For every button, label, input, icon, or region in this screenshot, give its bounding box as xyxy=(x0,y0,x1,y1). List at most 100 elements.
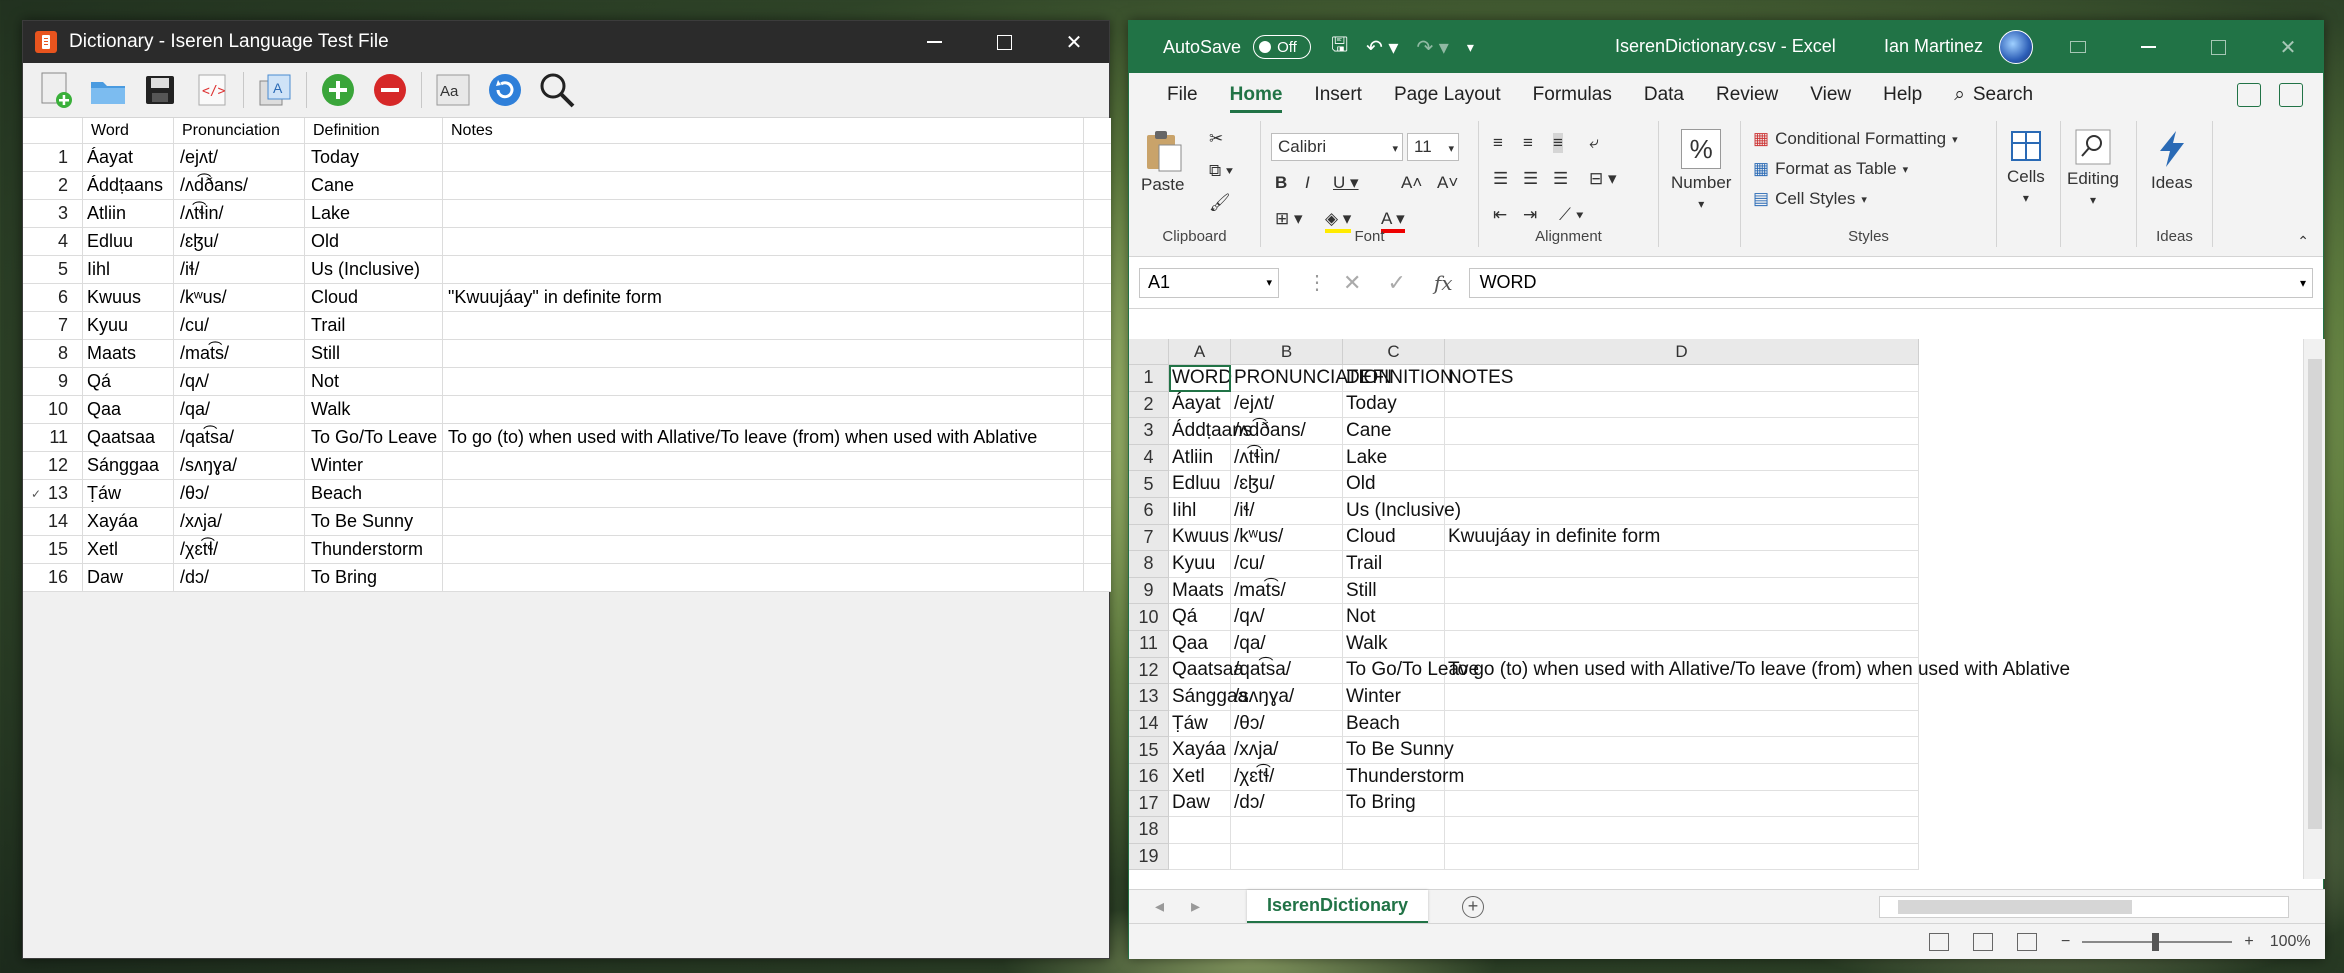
remove-entry-button[interactable] xyxy=(367,67,413,113)
row-header[interactable]: 18 xyxy=(1129,817,1169,844)
refresh-button[interactable] xyxy=(482,67,528,113)
cell[interactable] xyxy=(1445,843,1919,871)
active-cell[interactable]: WORD xyxy=(1169,365,1232,392)
editing-button[interactable]: Editing ▾ xyxy=(2067,129,2119,207)
cell[interactable]: /ɛɮu/ xyxy=(1231,471,1343,498)
definition-cell[interactable]: Lake xyxy=(305,200,443,227)
definition-cell[interactable]: Cloud xyxy=(305,284,443,311)
cell[interactable]: /sʌŋɣa/ xyxy=(1231,684,1343,711)
conditional-formatting-button[interactable]: ▦ Conditional Formatting ▾ xyxy=(1753,129,1958,149)
cell[interactable]: /ʌt͡ɬin/ xyxy=(1231,444,1343,472)
cell[interactable] xyxy=(1445,498,1919,525)
customize-qat-icon[interactable]: ▾ xyxy=(1467,39,1474,56)
cell[interactable]: /qʌ/ xyxy=(1231,604,1343,631)
excel-maximize-button[interactable] xyxy=(2183,21,2253,73)
definition-cell[interactable]: Cane xyxy=(305,172,443,199)
underline-icon[interactable]: U ▾ xyxy=(1333,173,1359,193)
scrollbar-thumb[interactable] xyxy=(1898,900,2132,914)
scrollbar-thumb[interactable] xyxy=(2308,359,2322,829)
cell[interactable] xyxy=(1445,577,1919,605)
table-row[interactable]: 13 ✓ Ṭáw/θɔ/Beach xyxy=(23,480,1111,508)
notes-cell[interactable] xyxy=(443,564,1084,591)
cell[interactable]: Old xyxy=(1343,471,1445,498)
merge-center-icon[interactable]: ⊟ ▾ xyxy=(1589,169,1617,189)
pronunciation-cell[interactable]: /kʷus/ xyxy=(174,284,305,311)
definition-cell[interactable]: Not xyxy=(305,368,443,395)
row-header[interactable]: 12 xyxy=(1129,657,1169,685)
tab-home[interactable]: Home xyxy=(1214,73,1299,117)
copy-icon[interactable]: ⧉ ▾ xyxy=(1209,161,1233,181)
scroll-tabs-right-icon[interactable]: ▸ xyxy=(1191,896,1200,917)
pronunciation-cell[interactable]: /mat͡s/ xyxy=(174,340,305,367)
format-as-table-button[interactable]: ▦ Format as Table ▾ xyxy=(1753,159,1908,179)
select-all-corner[interactable] xyxy=(1129,339,1169,365)
open-folder-button[interactable] xyxy=(85,67,131,113)
notes-cell[interactable]: "Kwuujáay" in definite form xyxy=(443,284,1084,311)
notes-cell[interactable] xyxy=(443,452,1084,479)
notes-cell[interactable] xyxy=(443,396,1084,423)
cell[interactable] xyxy=(1445,391,1919,419)
worksheet-grid[interactable]: A B C D 1 WORD PRONUNCIATION DEFINITION NOTES 2 Áa… xyxy=(1129,339,2325,879)
wrap-text-icon[interactable]: ⤶ xyxy=(1589,133,1599,153)
pronunciation-cell[interactable]: /qʌ/ xyxy=(174,368,305,395)
search-box[interactable]: ⌕ Search xyxy=(1938,73,2049,117)
word-cell[interactable]: Sánggaa xyxy=(83,452,174,479)
cells-button[interactable]: Cells ▾ xyxy=(2007,129,2045,205)
cell[interactable] xyxy=(1169,843,1231,871)
font-button[interactable]: Aa xyxy=(430,67,476,113)
share-icon[interactable] xyxy=(2237,83,2261,107)
definition-cell[interactable]: Today xyxy=(305,144,443,171)
tab-insert[interactable]: Insert xyxy=(1298,73,1378,117)
cell[interactable] xyxy=(1445,790,1919,818)
align-middle-icon[interactable]: ≡ xyxy=(1523,133,1533,153)
row-header[interactable]: 10 xyxy=(1129,604,1169,631)
formula-input[interactable]: WORD ▾ xyxy=(1468,267,2313,298)
pronunciation-cell[interactable]: /θɔ/ xyxy=(174,480,305,507)
save-button[interactable] xyxy=(137,67,183,113)
tab-page-layout[interactable]: Page Layout xyxy=(1378,73,1517,117)
row-header[interactable]: 4 xyxy=(1129,444,1169,472)
cell[interactable] xyxy=(1445,764,1919,791)
table-row[interactable]: 12 Sánggaa/sʌŋɣa/Winter xyxy=(23,452,1111,480)
cell[interactable] xyxy=(1445,444,1919,472)
table-row[interactable]: 10 Qaa/qa/Walk xyxy=(23,396,1111,424)
cell[interactable]: Kwuus xyxy=(1169,524,1231,552)
decrease-font-icon[interactable]: A˅ xyxy=(1437,173,1458,193)
table-row[interactable]: 14 Xayáa/xʌja/To Be Sunny xyxy=(23,508,1111,536)
sheet-tab[interactable]: IserenDictionary xyxy=(1247,889,1429,924)
align-bottom-icon[interactable]: ≡ xyxy=(1553,133,1563,153)
dictionary-grid[interactable]: Word Pronunciation Definition Notes 1 Áay… xyxy=(23,118,1111,592)
cell[interactable] xyxy=(1343,817,1445,844)
word-cell[interactable]: Iihl xyxy=(83,256,174,283)
save-icon[interactable]: 🖫 xyxy=(1331,30,1348,64)
export-code-button[interactable]: </> xyxy=(189,67,235,113)
column-header[interactable]: D xyxy=(1445,339,1919,365)
table-row[interactable]: 6 Kwuus/kʷus/Cloud "Kwuujáay" in definite … xyxy=(23,284,1111,312)
pronunciation-cell[interactable]: /ʌt͡ɬin/ xyxy=(174,200,305,227)
close-button[interactable]: ✕ xyxy=(1039,21,1109,63)
name-box[interactable]: A1 ▾ xyxy=(1139,267,1279,298)
notes-cell[interactable] xyxy=(443,312,1084,339)
definition-cell[interactable]: Walk xyxy=(305,396,443,423)
cell[interactable]: /qat͡sa/ xyxy=(1231,657,1343,685)
ribbon-display-button[interactable] xyxy=(2043,21,2113,73)
cell[interactable]: Qaa xyxy=(1169,631,1231,658)
cell[interactable] xyxy=(1445,551,1919,578)
align-top-icon[interactable]: ≡ xyxy=(1493,133,1503,153)
zoom-out-icon[interactable]: − xyxy=(2061,933,2070,951)
cell[interactable]: Lake xyxy=(1343,444,1445,472)
word-cell[interactable]: Atliin xyxy=(83,200,174,227)
align-left-icon[interactable]: ☰ xyxy=(1493,169,1508,189)
tab-data[interactable]: Data xyxy=(1628,73,1700,117)
decrease-indent-icon[interactable]: ⇤ xyxy=(1493,205,1507,225)
column-header[interactable]: C xyxy=(1343,339,1445,365)
pronunciation-cell[interactable]: /ɛɮu/ xyxy=(174,228,305,255)
row-header[interactable]: 13 xyxy=(1129,684,1169,711)
page-layout-view-icon[interactable] xyxy=(1973,932,1993,951)
italic-icon[interactable]: I xyxy=(1305,173,1310,193)
row-header[interactable]: 2 xyxy=(1129,391,1169,419)
definition-cell[interactable]: To Go/To Leave xyxy=(305,424,443,451)
increase-font-icon[interactable]: A˄ xyxy=(1401,173,1422,193)
minimize-button[interactable] xyxy=(899,21,969,63)
word-cell[interactable]: Kwuus xyxy=(83,284,174,311)
